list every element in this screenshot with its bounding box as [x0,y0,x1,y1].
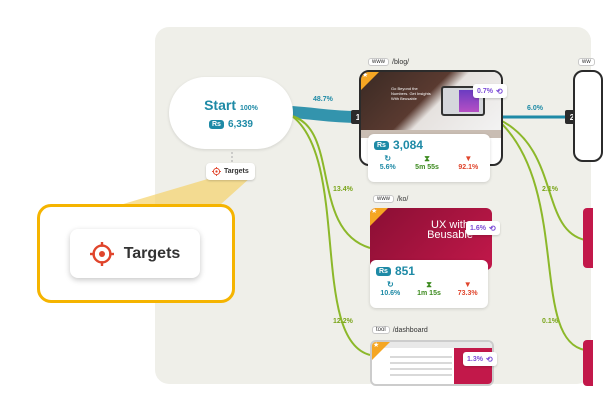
star-icon: ★ [371,208,378,215]
url-path: /dashboard [392,326,428,334]
start-title: Start 100% [204,97,258,113]
targets-label-small: Targets [224,168,249,175]
targets-button-large[interactable]: Targets [70,229,200,278]
stat-bounce: ▼ 73.3% [458,280,478,297]
rate-chip-dashboard[interactable]: 1.3% ⟲ [463,352,497,366]
rs-badge: Rs [374,140,389,150]
url-tag: tool [372,326,390,334]
stat-bounce-value: 73.3% [457,290,478,297]
screenshot-line [390,356,452,358]
flow-percent-dashboard: 12.2% [333,318,353,325]
target-icon [212,167,221,176]
flow-percent-main: 48.7% [313,96,333,103]
hourglass-icon: ⧗ [426,280,432,289]
screenshot-line [390,362,452,364]
page-card-next[interactable] [573,70,603,162]
page-url-dashboard: tool /dashboard [372,326,428,334]
rs-badge: Rs [376,266,391,276]
undo-icon: ⟲ [485,354,493,364]
visitor-count: 3,084 [392,138,423,152]
stats-row: ↻ 5.6% ⧗ 5m 55s ▼ 92.1% [368,154,490,171]
stat-return-value: 5.6% [379,164,396,171]
page-card-next-dash [583,340,593,386]
targets-label-large: Targets [123,244,181,262]
undo-icon: ⟲ [495,86,503,96]
return-icon: ↻ [384,154,392,163]
page-url-blog: www /blog/ [368,58,409,66]
stat-bounce-value: 92.1% [458,164,479,171]
stats-card-ko: Rs 851 ↻ 10.6% ⧗ 1m 15s ▼ 73.3% [370,260,488,308]
rs-badge: Rs [209,119,224,129]
stat-time-value: 1m 15s [417,290,441,297]
start-count: Rs 6,339 [209,119,253,130]
start-node[interactable]: Start 100% Rs 6,339 [169,77,293,149]
stats-row: ↻ 10.6% ⧗ 1m 15s ▼ 73.3% [370,280,488,297]
stat-return: ↻ 10.6% [380,280,400,297]
screenshot-line [390,368,452,370]
flow-percent-blog-ko: 2.1% [542,186,558,193]
flow-percent-ko: 13.4% [333,186,353,193]
visitor-count: 851 [394,264,415,278]
rate-chip-ko[interactable]: 1.6% ⟲ [466,221,500,235]
star-icon: ★ [373,342,380,349]
target-icon [89,241,114,266]
screenshot-hero-text: Go Beyond the Numbers. Get Insights With… [391,86,431,101]
rate-value: 1.3% [467,355,483,363]
stats-card-blog: Rs 3,084 ↻ 5.6% ⧗ 5m 55s ▼ 92.1% [368,134,490,182]
page-card-next-ko [583,208,593,268]
page-screenshot: Go Beyond the Numbers. Get Insights With… [361,72,501,130]
flow-percent-next: 6.0% [527,105,543,112]
start-label: Start [204,96,236,113]
page-url-next: ww [578,58,595,66]
screenshot-line [390,374,452,376]
stats-head: Rs 3,084 [368,134,490,154]
bounce-icon: ▼ [464,154,473,163]
star-icon: ★ [362,72,369,79]
hourglass-icon: ⧗ [424,154,430,163]
targets-button-small[interactable]: Targets [206,163,255,180]
url-path: /blog/ [392,58,410,66]
stat-return-value: 10.6% [380,290,401,297]
bounce-icon: ▼ [463,280,472,289]
rate-chip-blog[interactable]: 0.7% ⟲ [473,84,507,98]
stat-time: ⧗ 5m 55s [415,154,439,171]
url-tag: www [373,195,394,203]
undo-icon: ⟲ [488,223,496,233]
start-visitors: 6,339 [227,118,253,130]
stats-head: Rs 851 [370,260,488,280]
stat-return: ↻ 5.6% [380,154,396,171]
page-url-ko: www /ko/ [373,195,408,203]
url-tag: www [368,58,389,66]
rate-value: 0.7% [477,87,493,95]
url-path: /ko/ [397,195,409,203]
flow-percent-blog-dash: 0.1% [542,318,558,325]
start-percent: 100% [240,104,258,112]
stat-bounce: ▼ 92.1% [458,154,478,171]
stat-time: ⧗ 1m 15s [417,280,441,297]
url-tag: ww [578,58,595,66]
return-icon: ↻ [387,280,394,289]
rate-value: 1.6% [470,224,486,232]
stat-time-value: 5m 55s [415,164,439,171]
